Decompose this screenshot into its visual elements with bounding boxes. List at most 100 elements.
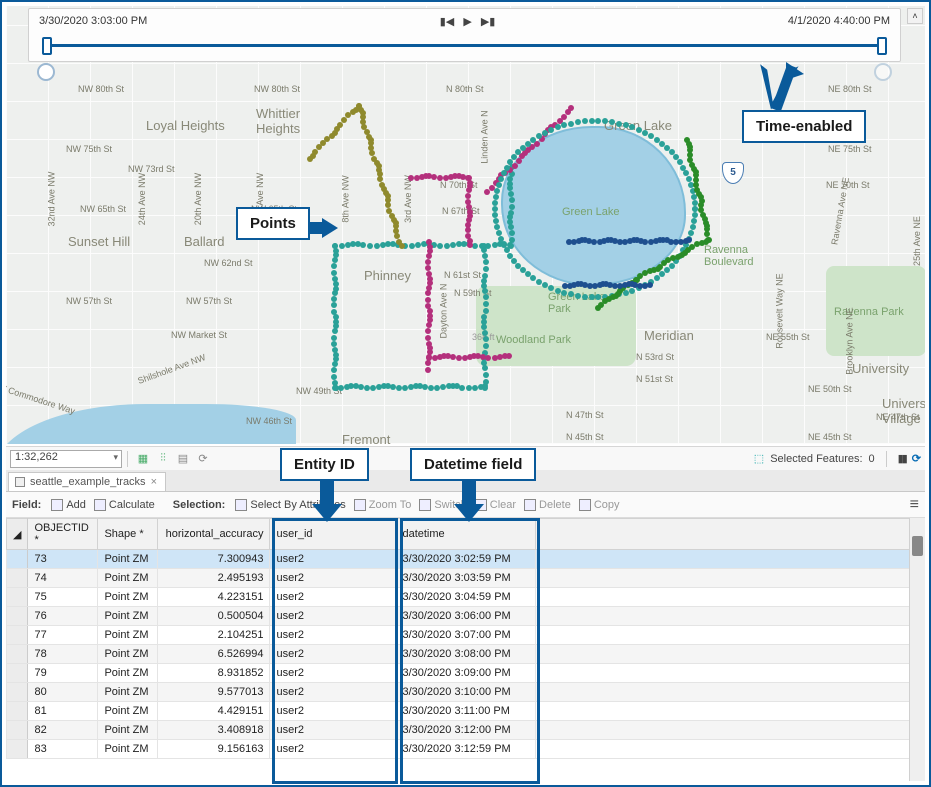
cell-datetime: 3/30/2020 3:03:59 PM <box>396 569 536 588</box>
close-tab-icon[interactable]: × <box>151 476 157 488</box>
delete-rows-button[interactable]: Delete <box>524 499 571 511</box>
map-scale-value: 1:32,262 <box>15 451 58 463</box>
table-menu-icon[interactable]: ≡ <box>910 496 919 514</box>
table-row[interactable]: 78Point ZM6.526994user23/30/2020 3:08:00… <box>7 645 925 664</box>
street-32ave: 32nd Ave NW <box>46 172 56 227</box>
label-whittier: Whittier Heights <box>256 106 300 136</box>
cell-objectid: 78 <box>28 645 98 664</box>
row-handle[interactable] <box>7 664 28 683</box>
street-linden: Linden Ave N <box>480 110 490 163</box>
row-handle[interactable] <box>7 626 28 645</box>
zoom-to-button[interactable]: Zoom To <box>354 499 412 511</box>
table-row[interactable]: 83Point ZM9.156163user23/30/2020 3:12:59… <box>7 740 925 759</box>
table-row[interactable]: 73Point ZM7.300943user23/30/2020 3:02:59… <box>7 550 925 569</box>
table-row[interactable]: 80Point ZM9.577013user23/30/2020 3:10:00… <box>7 683 925 702</box>
row-handle[interactable] <box>7 588 28 607</box>
time-slider-handle-start[interactable] <box>42 37 52 55</box>
copy-icon <box>579 499 591 511</box>
cell-shape: Point ZM <box>98 626 158 645</box>
corrections-icon[interactable]: ⟳ <box>194 450 212 468</box>
table-scrollbar[interactable] <box>909 518 925 781</box>
scroll-up-button[interactable]: ˄ <box>907 8 923 24</box>
separator <box>886 451 887 467</box>
row-handle[interactable] <box>7 607 28 626</box>
row-handle[interactable] <box>7 740 28 759</box>
street-8ave: 8th Ave NW <box>341 175 351 222</box>
row-handle[interactable] <box>7 550 28 569</box>
col-objectid[interactable]: OBJECTID * <box>28 519 98 550</box>
play-icon[interactable]: ▶ <box>463 16 471 28</box>
cell-hacc: 9.156163 <box>158 740 270 759</box>
table-row[interactable]: 77Point ZM2.104251user23/30/2020 3:07:00… <box>7 626 925 645</box>
time-slider-track[interactable] <box>39 37 890 55</box>
table-row[interactable]: 81Point ZM4.429151user23/30/2020 3:11:00… <box>7 702 925 721</box>
scrollbar-thumb[interactable] <box>912 536 923 556</box>
row-handle[interactable] <box>7 702 28 721</box>
row-handle[interactable] <box>7 683 28 702</box>
attribute-table[interactable]: ◢ OBJECTID * Shape * horizontal_accuracy… <box>6 518 925 781</box>
row-handle[interactable] <box>7 569 28 588</box>
cell-objectid: 83 <box>28 740 98 759</box>
street-ne75: NE 75th St <box>828 144 872 154</box>
cell-shape: Point ZM <box>98 607 158 626</box>
step-forward-icon[interactable]: ▶▮ <box>481 16 496 28</box>
tab-seattle-tracks[interactable]: seattle_example_tracks × <box>8 472 166 491</box>
cell-objectid: 79 <box>28 664 98 683</box>
cell-user: user2 <box>270 607 396 626</box>
street-n59: N 59th St <box>454 288 492 298</box>
table-row[interactable]: 76Point ZM0.500504user23/30/2020 3:06:00… <box>7 607 925 626</box>
label-green-lake-park: Green Lake Park <box>548 291 605 315</box>
street-n47: N 47th St <box>566 410 604 420</box>
street-nw57b: NW 57th St <box>186 296 232 306</box>
table-row[interactable]: 75Point ZM4.223151user23/30/2020 3:04:59… <box>7 588 925 607</box>
constraint-icon[interactable]: ▤ <box>174 450 192 468</box>
cell-objectid: 76 <box>28 607 98 626</box>
table-row[interactable]: 82Point ZM3.408918user23/30/2020 3:12:00… <box>7 721 925 740</box>
refresh-icon[interactable]: ⟳ <box>912 452 921 465</box>
time-end-label: 4/1/2020 4:40:00 PM <box>788 15 890 27</box>
cell-spacer <box>536 626 925 645</box>
label-green-lake: Green Lake <box>562 206 619 218</box>
cell-datetime: 3/30/2020 3:10:00 PM <box>396 683 536 702</box>
street-n45: N 45th St <box>566 432 604 442</box>
street-dayton: Dayton Ave N <box>438 284 448 339</box>
cell-spacer <box>536 664 925 683</box>
step-back-icon[interactable]: ▮◀ <box>440 16 455 28</box>
cell-datetime: 3/30/2020 3:09:00 PM <box>396 664 536 683</box>
snap-grid-icon[interactable]: ▦ <box>134 450 152 468</box>
map-scale-dropdown[interactable]: 1:32,262 <box>10 450 122 468</box>
street-nw57: NW 57th St <box>66 296 112 306</box>
row-handle[interactable] <box>7 645 28 664</box>
green-lake <box>501 126 686 286</box>
cell-hacc: 2.495193 <box>158 569 270 588</box>
pause-drawing-icon[interactable]: ▮▮ <box>898 452 906 465</box>
row-selector-header[interactable]: ◢ <box>7 519 28 550</box>
col-shape[interactable]: Shape * <box>98 519 158 550</box>
add-field-button[interactable]: Add <box>51 499 86 511</box>
clock-start-icon <box>37 63 55 81</box>
field-label: Field: <box>12 499 41 511</box>
cell-shape: Point ZM <box>98 683 158 702</box>
table-row[interactable]: 74Point ZM2.495193user23/30/2020 3:03:59… <box>7 569 925 588</box>
cell-user: user2 <box>270 740 396 759</box>
switch-icon <box>419 499 431 511</box>
woodland-park <box>476 286 636 366</box>
cell-spacer <box>536 740 925 759</box>
col-datetime[interactable]: datetime <box>396 519 536 550</box>
row-handle[interactable] <box>7 721 28 740</box>
calculate-field-button[interactable]: Calculate <box>94 499 155 511</box>
cell-shape: Point ZM <box>98 664 158 683</box>
copy-rows-button[interactable]: Copy <box>579 499 620 511</box>
cell-objectid: 74 <box>28 569 98 588</box>
select-by-attr-icon <box>235 499 247 511</box>
table-row[interactable]: 79Point ZM8.931852user23/30/2020 3:09:00… <box>7 664 925 683</box>
col-user-id[interactable]: user_id <box>270 519 396 550</box>
street-nw46: NW 46th St <box>246 416 292 426</box>
snap-options-icon[interactable]: ⫶⫶ <box>154 450 172 468</box>
time-slider-handle-end[interactable] <box>877 37 887 55</box>
street-ravenna-ave: Ravenna Ave NE <box>829 176 851 245</box>
cell-datetime: 3/30/2020 3:07:00 PM <box>396 626 536 645</box>
cell-datetime: 3/30/2020 3:04:59 PM <box>396 588 536 607</box>
col-horizontal-accuracy[interactable]: horizontal_accuracy <box>158 519 270 550</box>
label-loyal-heights: Loyal Heights <box>146 118 225 133</box>
